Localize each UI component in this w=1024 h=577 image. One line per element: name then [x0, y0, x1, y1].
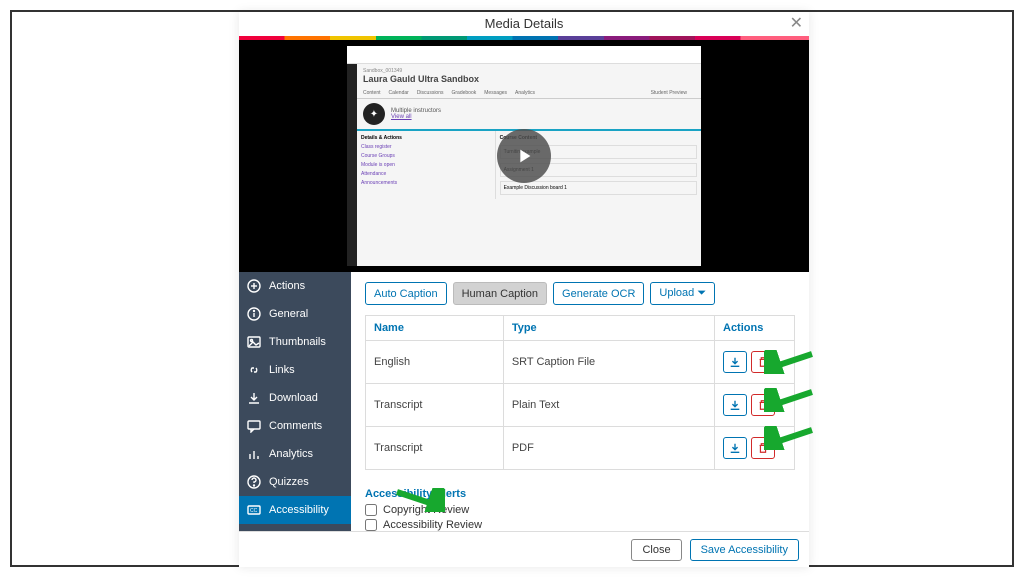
table-row: TranscriptPlain Text	[366, 384, 795, 427]
sidebar-item-links[interactable]: Links	[239, 356, 351, 384]
sidebar-item-quizzes[interactable]: Quizzes	[239, 468, 351, 496]
sidebar-item-label: Thumbnails	[269, 336, 326, 348]
content-pane: Auto Caption Human Caption Generate OCR Upl…	[351, 272, 809, 531]
download-button[interactable]	[723, 351, 747, 373]
cell-type: SRT Caption File	[503, 341, 714, 384]
sidebar-item-accessibility[interactable]: CC Accessibility	[239, 496, 351, 524]
image-icon	[247, 335, 261, 349]
download-button[interactable]	[723, 394, 747, 416]
svg-text:CC: CC	[250, 508, 258, 514]
sidebar-item-general[interactable]: General	[239, 300, 351, 328]
sidebar: Actions General Thumbnails Links Download Com…	[239, 272, 351, 531]
accessibility-alerts: Accessibility Alerts Copyright Review Ac…	[365, 488, 795, 531]
bars-icon	[247, 447, 261, 461]
dialog-title: Media Details	[485, 16, 564, 31]
caption-button-row: Auto Caption Human Caption Generate OCR Upl…	[365, 282, 795, 305]
sidebar-item-actions[interactable]: Actions	[239, 272, 351, 300]
sidebar-item-label: Quizzes	[269, 476, 309, 488]
sidebar-item-label: Comments	[269, 420, 322, 432]
dialog-header: Media Details ✕	[239, 12, 809, 36]
table-row: EnglishSRT Caption File	[366, 341, 795, 384]
info-icon	[247, 307, 261, 321]
download-icon	[247, 391, 261, 405]
cell-type: PDF	[503, 427, 714, 470]
sidebar-item-label: Download	[269, 392, 318, 404]
download-button[interactable]	[723, 437, 747, 459]
ocr-button[interactable]: Generate OCR	[553, 282, 644, 305]
dialog-footer: Close Save Accessibility	[239, 531, 809, 567]
delete-button[interactable]	[751, 437, 775, 459]
accessibility-review-checkbox[interactable]: Accessibility Review	[365, 519, 795, 531]
plus-icon	[247, 279, 261, 293]
sidebar-item-label: Analytics	[269, 448, 313, 460]
cell-name: Transcript	[366, 427, 504, 470]
cell-name: Transcript	[366, 384, 504, 427]
delete-button[interactable]	[751, 351, 775, 373]
sidebar-item-label: Actions	[269, 280, 305, 292]
col-name: Name	[366, 316, 504, 341]
col-type: Type	[503, 316, 714, 341]
auto-button[interactable]: Auto Caption	[365, 282, 447, 305]
sidebar-item-thumbnails[interactable]: Thumbnails	[239, 328, 351, 356]
sidebar-item-label: Links	[269, 364, 295, 376]
human-button[interactable]: Human Caption	[453, 282, 547, 305]
sidebar-item-label: Accessibility	[269, 504, 329, 516]
sidebar-item-download[interactable]: Download	[239, 384, 351, 412]
avatar-icon: ✦	[363, 103, 385, 125]
sidebar-item-analytics[interactable]: Analytics	[239, 440, 351, 468]
delete-button[interactable]	[751, 394, 775, 416]
col-actions: Actions	[715, 316, 795, 341]
upload-button[interactable]: Upload ⏷	[650, 282, 715, 305]
files-table: Name Type Actions EnglishSRT Caption Fil…	[365, 315, 795, 470]
link-icon	[247, 363, 261, 377]
play-button[interactable]	[497, 129, 551, 183]
video-preview[interactable]: Sandbox_001349 Laura Gauld Ultra Sandbox…	[239, 40, 809, 272]
cell-type: Plain Text	[503, 384, 714, 427]
copyright-review-checkbox[interactable]: Copyright Review	[365, 504, 795, 516]
cell-name: English	[366, 341, 504, 384]
save-accessibility-button[interactable]: Save Accessibility	[690, 539, 799, 561]
question-icon	[247, 475, 261, 489]
mock-title: Laura Gauld Ultra Sandbox	[363, 74, 695, 84]
alerts-heading: Accessibility Alerts	[365, 488, 795, 500]
sidebar-item-label: General	[269, 308, 308, 320]
table-row: TranscriptPDF	[366, 427, 795, 470]
close-icon[interactable]: ✕	[790, 12, 803, 36]
cc-icon: CC	[247, 503, 261, 517]
media-details-dialog: Media Details ✕ Sandbox_001349 Laura Gau…	[239, 12, 809, 567]
chat-icon	[247, 419, 261, 433]
close-button[interactable]: Close	[631, 539, 681, 561]
sidebar-item-comments[interactable]: Comments	[239, 412, 351, 440]
